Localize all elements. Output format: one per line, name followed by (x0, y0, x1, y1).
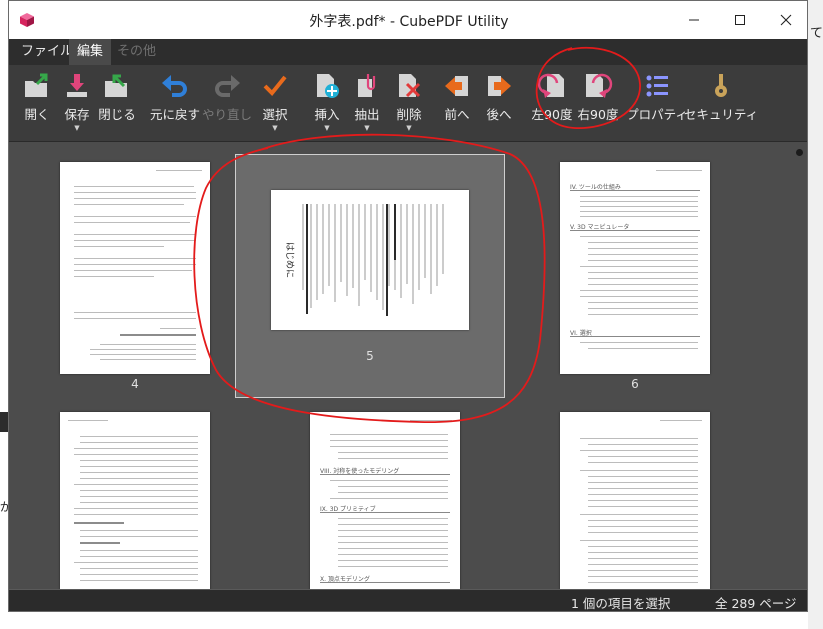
save-label: 保存 (64, 107, 90, 122)
page-thumbnail[interactable]: VIII. 対称を使ったモデリング IX. 3D プリミティブ X. 頂点モデリ… (310, 412, 460, 589)
close-icon (780, 14, 792, 26)
delete-label: 削除 (396, 107, 422, 122)
rotated-heading: はじめに (284, 242, 295, 278)
move-previous-button[interactable]: 前へ (439, 71, 475, 139)
delete-button[interactable]: 削除 ▼ (391, 71, 427, 139)
move-next-button[interactable]: 後へ (481, 71, 517, 139)
security-label: セキュリティ (683, 107, 759, 122)
checkmark-icon (263, 75, 287, 96)
menu-bar: ファイル 編集 その他 (9, 39, 807, 65)
redo-label: やり直し (201, 107, 252, 122)
save-button[interactable]: 保存 ▼ (57, 71, 97, 139)
page-thumbnail-grid: 4 はじめに 5 IV. ツールの仕組み V. 3D マニピュレータ VI. 選… (9, 142, 807, 589)
background-window-edge (0, 412, 8, 432)
undo-icon (162, 75, 187, 97)
page-number-label: 6 (631, 377, 639, 391)
redo-icon (215, 75, 240, 97)
save-arrow-icon (67, 74, 87, 97)
rotate-left-icon (537, 73, 564, 98)
undo-label: 元に戻す (149, 107, 200, 122)
page-thumbnail[interactable] (60, 162, 210, 374)
page-thumbnail-selected[interactable]: はじめに (271, 190, 469, 330)
dropdown-arrow-icon: ▼ (74, 124, 80, 132)
insert-label: 挿入 (314, 107, 340, 122)
dropdown-arrow-icon: ▼ (324, 124, 330, 132)
open-folder-icon (25, 73, 48, 97)
status-bar: 1 個の項目を選択 全 289 ページ (9, 589, 807, 611)
menu-edit[interactable]: 編集 (69, 39, 112, 65)
move-previous-icon (445, 76, 468, 96)
rotate-right-label: 右90度 (577, 107, 619, 122)
menu-other[interactable]: その他 (109, 39, 164, 65)
page-number-label: 5 (366, 349, 374, 363)
rotate-left-label: 左90度 (531, 107, 573, 122)
properties-list-icon (646, 75, 668, 97)
undo-button[interactable]: 元に戻す (149, 71, 201, 139)
background-window-edge: て (808, 0, 823, 629)
scrollbar-indicator[interactable] (796, 149, 803, 156)
security-button[interactable]: セキュリティ (684, 71, 758, 139)
properties-button[interactable]: プロパティ (626, 71, 688, 139)
dropdown-arrow-icon: ▼ (272, 124, 278, 132)
move-next-label: 後へ (486, 107, 512, 122)
minimize-button[interactable] (671, 1, 717, 39)
app-window: 外字表.pdf* - CubePDF Utility ファイル 編集 その他 開… (8, 0, 808, 612)
open-button[interactable]: 開く (17, 71, 57, 139)
close-button[interactable] (763, 1, 807, 39)
page-thumbnail[interactable]: IV. ツールの仕組み V. 3D マニピュレータ VI. 選択 (560, 162, 710, 374)
extract-clip-icon (358, 74, 376, 97)
dropdown-arrow-icon: ▼ (364, 124, 370, 132)
ribbon-toolbar: 開く 保存 ▼ 閉じる 元に戻す やり直し 選択 ▼ 挿入 ▼ 抽出 ▼ 削除 … (9, 65, 807, 142)
move-previous-label: 前へ (444, 107, 470, 122)
title-bar: 外字表.pdf* - CubePDF Utility (9, 1, 807, 39)
redo-button[interactable]: やり直し (201, 71, 253, 139)
page-number-label: 4 (131, 377, 139, 391)
extract-label: 抽出 (354, 107, 380, 122)
open-label: 開く (24, 107, 50, 122)
delete-page-icon (399, 74, 421, 98)
select-label: 選択 (262, 107, 288, 122)
select-button[interactable]: 選択 ▼ (257, 71, 293, 139)
insert-page-icon (317, 74, 339, 98)
rotate-right-button[interactable]: 右90度 (575, 71, 621, 139)
page-thumbnail[interactable] (60, 412, 210, 589)
rotate-right-icon (586, 73, 613, 98)
close-file-label: 閉じる (98, 107, 136, 122)
close-file-button[interactable]: 閉じる (97, 71, 137, 139)
minimize-icon (689, 19, 699, 21)
rotate-left-button[interactable]: 左90度 (529, 71, 575, 139)
rotated-page-content: はじめに (284, 204, 444, 316)
insert-button[interactable]: 挿入 ▼ (309, 71, 345, 139)
page-count-status: 全 289 ページ (715, 596, 797, 611)
maximize-icon (735, 15, 745, 25)
close-folder-icon (105, 74, 127, 97)
extract-button[interactable]: 抽出 ▼ (349, 71, 385, 139)
background-text-fragment: て (810, 26, 823, 41)
security-key-icon (715, 74, 727, 97)
dropdown-arrow-icon: ▼ (406, 124, 412, 132)
maximize-button[interactable] (717, 1, 763, 39)
move-next-icon (488, 76, 511, 96)
selection-status: 1 個の項目を選択 (571, 596, 671, 611)
page-thumbnail[interactable] (560, 412, 710, 589)
properties-label: プロパティ (626, 107, 688, 122)
